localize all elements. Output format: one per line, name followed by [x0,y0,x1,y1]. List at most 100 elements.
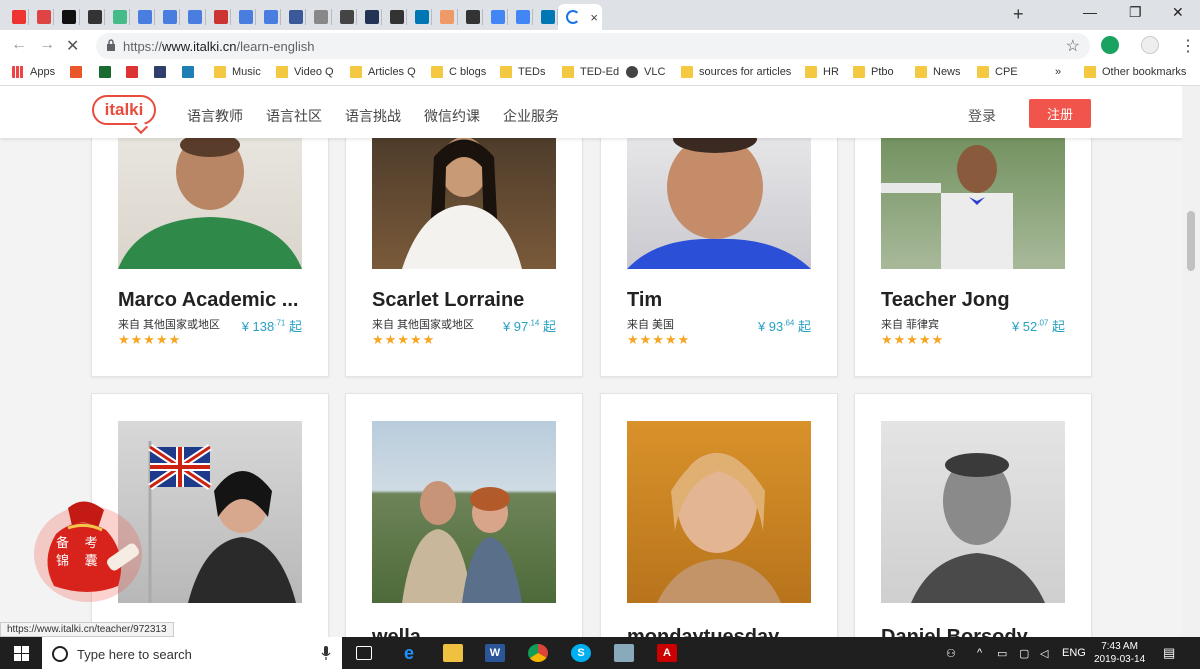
teacher-name[interactable]: wella [372,626,558,637]
browser-tab[interactable]: G [180,4,205,30]
address-bar[interactable]: https://www.italki.cn/learn-english ☆ [96,33,1090,59]
teacher-card[interactable]: Tim 来自 美国 ¥ 93.64 起 ★★★★★ [600,126,838,377]
volume-icon[interactable]: ◁ [1040,647,1048,660]
bookmark-item[interactable] [126,66,144,78]
chrome-icon[interactable] [528,644,548,662]
microphone-icon[interactable] [321,646,331,660]
scrollbar-thumb[interactable] [1187,211,1195,271]
bookmark-folder[interactable]: Video Q [276,66,334,78]
new-tab-button[interactable]: + [1013,4,1024,25]
back-button[interactable]: ← [11,36,27,54]
bookmark-folder[interactable]: TEDs [500,66,546,78]
teacher-card[interactable]: wella [345,393,583,637]
paint-icon[interactable] [614,644,634,662]
browser-tab-active[interactable]: × [558,4,603,30]
tray-chevron-icon[interactable]: ^ [977,647,982,659]
teacher-name[interactable]: Marco Academic ... [118,289,304,312]
italki-logo[interactable]: italki [92,95,156,125]
bookmark-item[interactable] [182,66,200,78]
minimize-button[interactable]: — [1083,4,1097,20]
browser-tab[interactable]: Di [155,4,180,30]
bookmarks-overflow-button[interactable]: » [1055,66,1061,78]
teacher-name[interactable]: Tim [627,289,813,312]
nav-community[interactable]: 语言社区 [266,106,322,126]
bookmark-folder[interactable]: CPE [977,66,1018,78]
browser-tab[interactable]: Fa [382,4,407,30]
taskbar-search[interactable]: Type here to search [42,637,342,669]
browser-tab[interactable]: Pr [357,4,382,30]
network-icon[interactable]: ▢ [1019,647,1029,660]
browser-tab[interactable]: Se [54,4,79,30]
bookmark-folder[interactable]: HR [805,66,839,78]
apps-shortcut[interactable]: Apps [12,66,55,78]
acrobat-icon[interactable]: A [657,644,677,662]
nav-wechat-booking[interactable]: 微信约课 [424,106,480,126]
notification-icon[interactable]: ▤ [1163,645,1175,661]
bookmark-item[interactable] [99,66,117,78]
browser-tab[interactable]: af [483,4,508,30]
skype-icon[interactable]: S [571,644,591,662]
browser-tab[interactable]: Bu [432,4,457,30]
bookmark-folder[interactable]: News [915,66,961,78]
browser-tab[interactable]: Bo [4,4,29,30]
teacher-name[interactable]: Teacher Jong [881,289,1067,312]
stop-loading-button[interactable]: ✕ [66,36,79,56]
teacher-card[interactable]: mondaytuesday [600,393,838,637]
nav-challenges[interactable]: 语言挑战 [345,106,401,126]
bookmark-folder[interactable]: C blogs [431,66,486,78]
edge-icon[interactable]: e [399,643,419,663]
bookmark-folder[interactable]: Music [214,66,261,78]
browser-tab[interactable]: G [256,4,281,30]
browser-tab[interactable]: Th [206,4,231,30]
taskbar-clock[interactable]: 7:43 AM 2019-03-14 [1094,640,1145,666]
browser-tab[interactable]: O [332,4,357,30]
bookmark-item[interactable] [70,66,88,78]
nav-teachers[interactable]: 语言教师 [187,106,243,126]
bookmark-star-icon[interactable]: ☆ [1066,36,1080,56]
close-tab-icon[interactable]: × [590,10,598,25]
people-icon[interactable]: ⚇ [946,647,956,660]
teacher-card[interactable]: Marco Academic ... 来自 其他国家或地区 ¥ 138.71 起… [91,126,329,377]
extension-icon[interactable] [1101,36,1119,54]
profile-avatar[interactable] [1141,36,1159,54]
browser-tab[interactable]: se [29,4,54,30]
signup-button[interactable]: 注册 [1029,99,1091,128]
bookmark-folder[interactable]: Articles Q [350,66,416,78]
battery-icon[interactable]: ▭ [997,647,1007,660]
file-explorer-icon[interactable] [443,644,463,662]
maximize-button[interactable]: ❐ [1129,4,1142,21]
teacher-name[interactable]: Scarlet Lorraine [372,289,558,312]
windows-start-icon[interactable] [14,646,29,661]
menu-icon[interactable]: ⋮ [1180,36,1196,56]
bookmark-folder[interactable]: sources for articles [681,66,791,78]
promo-bag[interactable]: 备 考 锦 囊 [28,494,146,604]
bookmark-folder[interactable]: Ptbo [853,66,894,78]
language-indicator[interactable]: ENG [1062,647,1086,659]
page-scrollbar[interactable] [1182,86,1200,637]
teacher-card[interactable]: Daniel Borsody [854,393,1092,637]
bookmark-item[interactable] [154,66,172,78]
teacher-card[interactable]: Teacher Jong 来自 菲律宾 ¥ 52.07 起 ★★★★★ [854,126,1092,377]
login-link[interactable]: 登录 [968,106,996,126]
browser-tab[interactable]: (1 [533,4,558,30]
browser-tab[interactable]: (2 [281,4,306,30]
browser-tab[interactable]: bl [508,4,533,30]
browser-tab[interactable]: C [306,4,331,30]
browser-tab[interactable]: Fa [458,4,483,30]
browser-tab[interactable]: (1 [407,4,432,30]
browser-tab[interactable]: Fa [80,4,105,30]
bookmark-item[interactable]: VLC [626,66,665,78]
browser-tab[interactable]: Se [105,4,130,30]
word-icon[interactable]: W [485,644,505,662]
close-window-button[interactable]: ✕ [1172,4,1184,21]
task-view-icon[interactable] [356,646,372,660]
teacher-name[interactable]: mondaytuesday [627,626,813,637]
teacher-card[interactable]: Scarlet Lorraine 来自 其他国家或地区 ¥ 97.14 起 ★★… [345,126,583,377]
bookmark-folder[interactable]: TED-Ed [562,66,619,78]
nav-enterprise[interactable]: 企业服务 [503,106,559,126]
other-bookmarks-folder[interactable]: Other bookmarks [1084,66,1186,78]
browser-tab[interactable]: Ar [130,4,155,30]
teacher-name[interactable]: Daniel Borsody [881,626,1067,637]
browser-tab[interactable]: G [231,4,256,30]
forward-button[interactable]: → [39,36,55,54]
